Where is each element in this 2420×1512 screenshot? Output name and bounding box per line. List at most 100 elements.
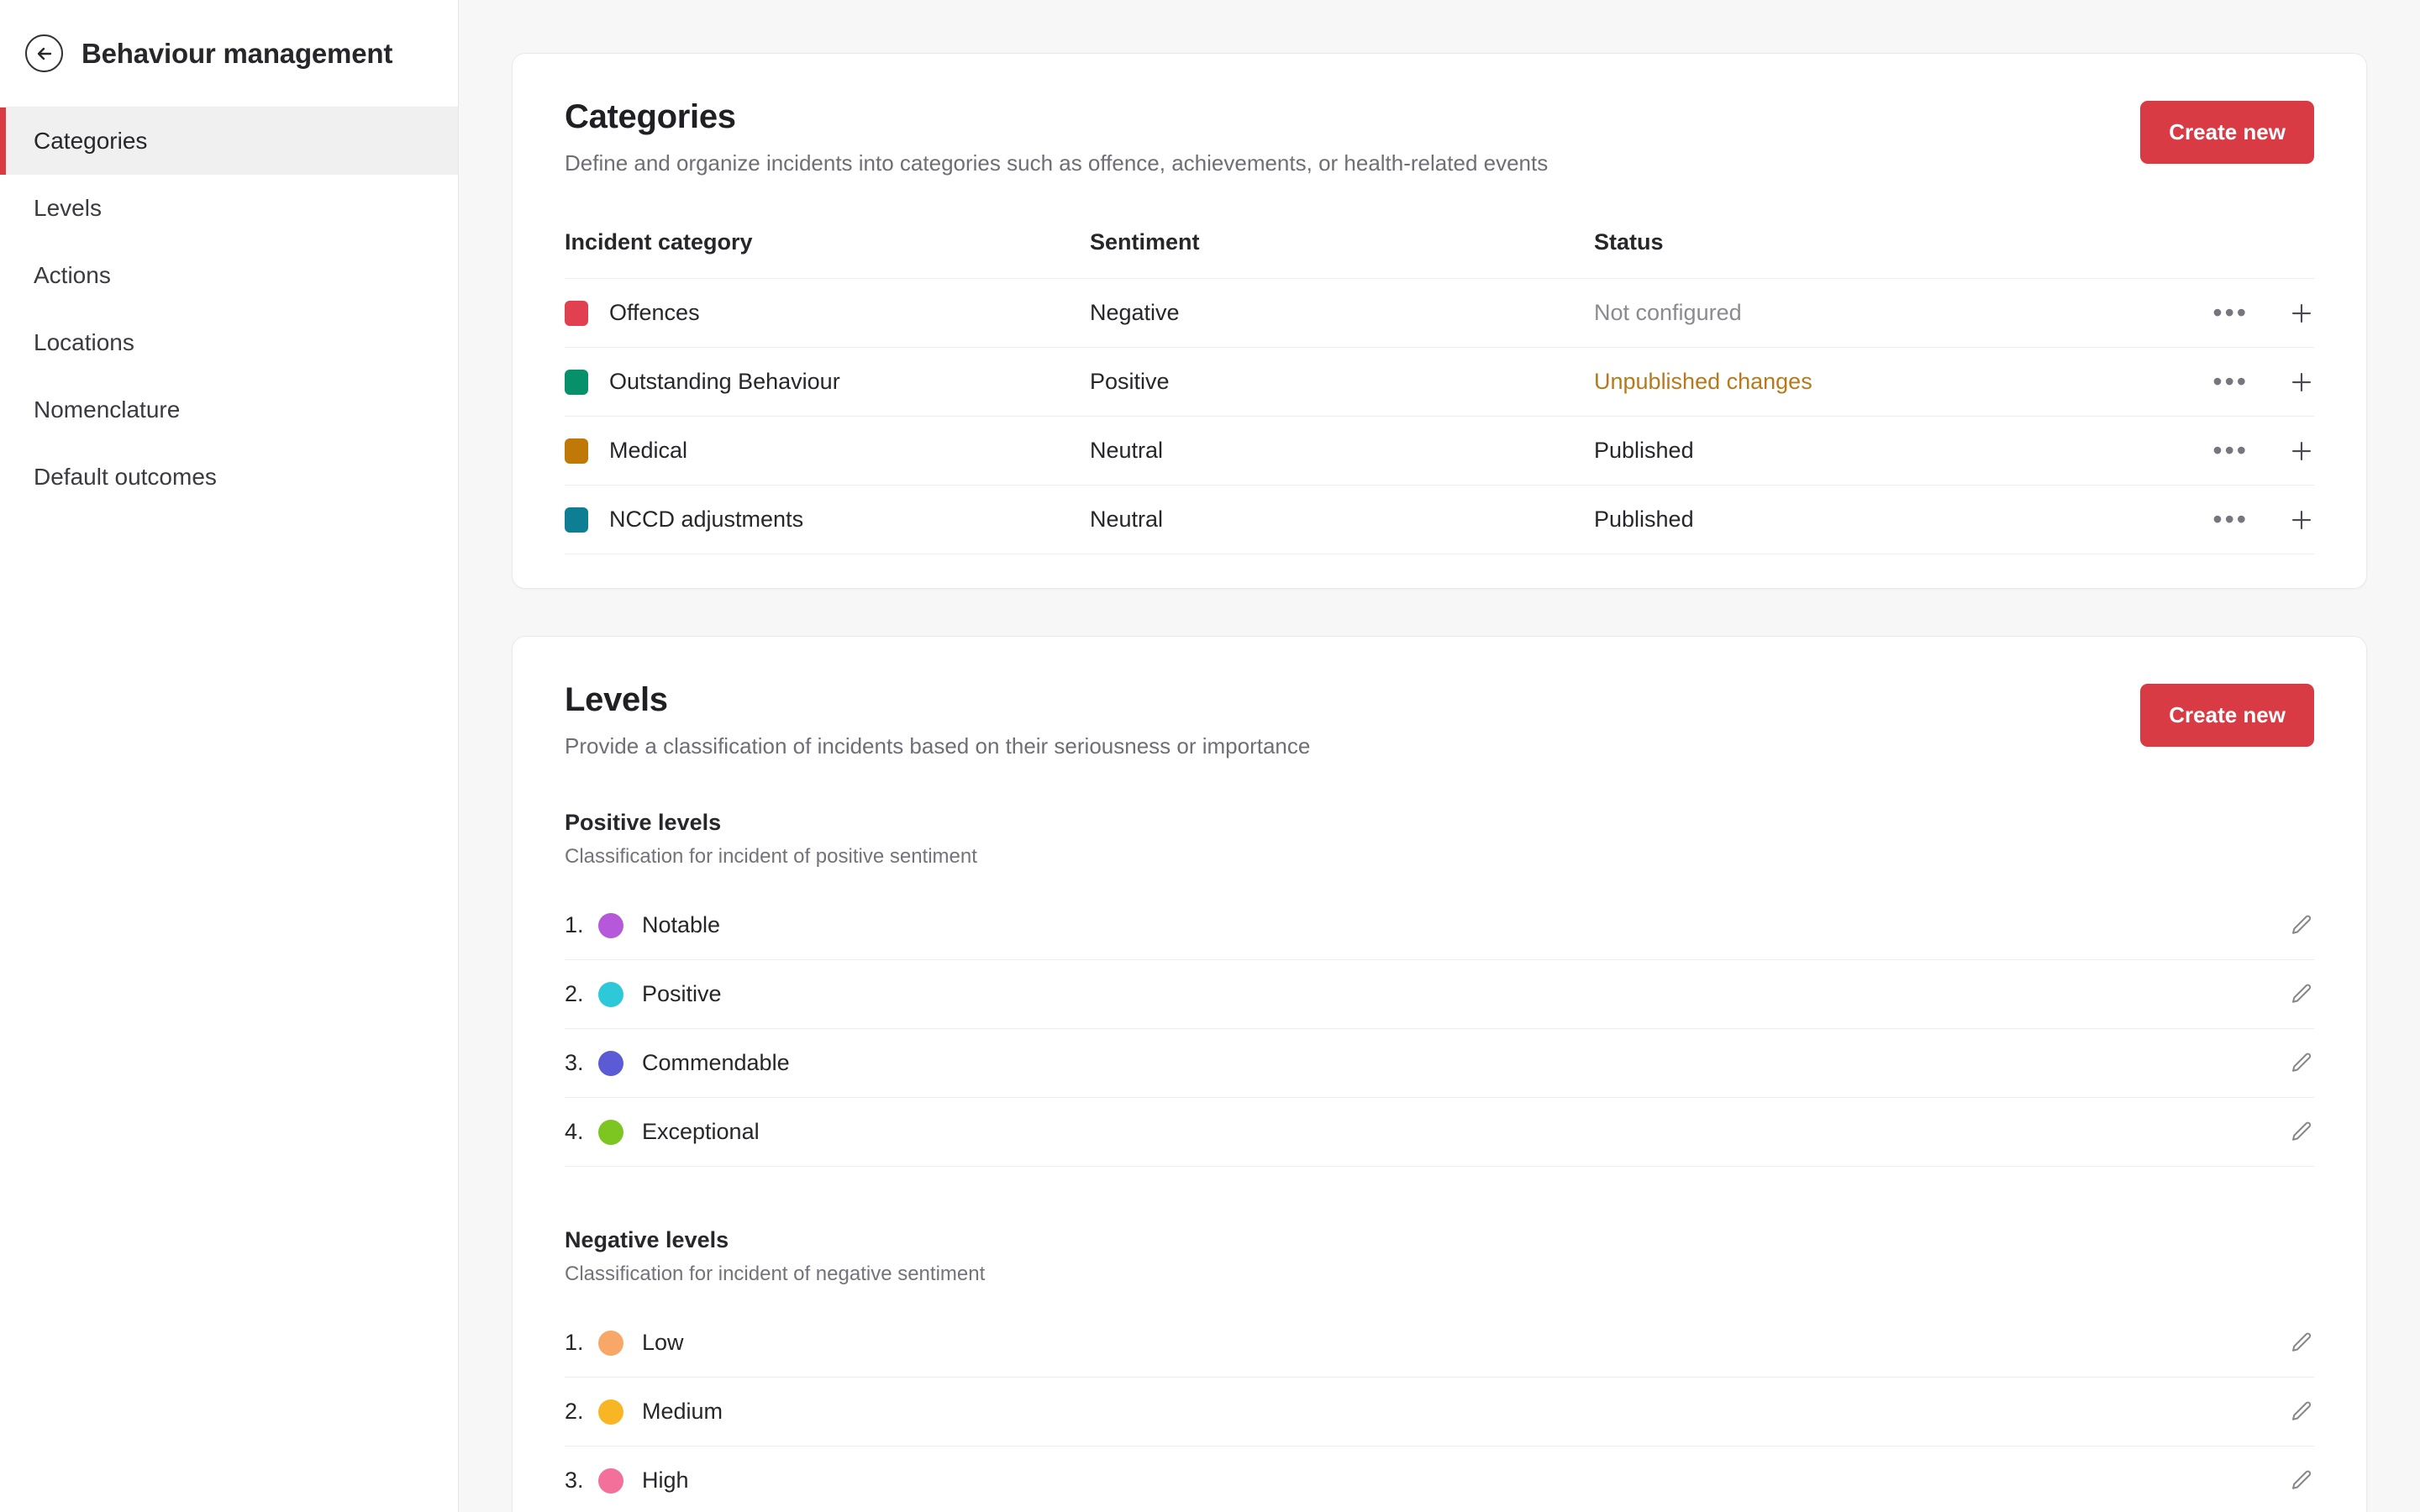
categories-title: Categories <box>565 98 736 135</box>
level-name: Medium <box>642 1399 723 1424</box>
sidebar-item-levels[interactable]: Levels <box>0 175 458 242</box>
list-item[interactable]: 3. High <box>565 1446 2314 1512</box>
pencil-icon[interactable] <box>2289 1051 2314 1076</box>
ellipsis-icon[interactable]: ••• <box>2212 368 2249 395</box>
cell-incident-category: Offences <box>565 300 1090 326</box>
categories-card-heading-group: Categories Define and organize incidents… <box>565 98 1548 176</box>
main-content: Categories Define and organize incidents… <box>459 0 2420 1512</box>
level-color-dot <box>598 1050 623 1076</box>
negative-levels-title: Negative levels <box>565 1227 729 1252</box>
table-row[interactable]: NCCD adjustments Neutral Published ••• <box>565 486 2314 554</box>
pencil-icon[interactable] <box>2289 1399 2314 1425</box>
list-item[interactable]: 3. Commendable <box>565 1029 2314 1098</box>
pencil-icon[interactable] <box>2289 1468 2314 1494</box>
sidebar: Behaviour management Categories Levels A… <box>0 0 459 1512</box>
sidebar-item-label: Locations <box>34 329 134 355</box>
plus-icon[interactable] <box>2289 507 2314 533</box>
list-item[interactable]: 1. Notable <box>565 891 2314 960</box>
list-item[interactable]: 4. Exceptional <box>565 1098 2314 1167</box>
sidebar-item-nomenclature[interactable]: Nomenclature <box>0 376 458 444</box>
sidebar-item-label: Nomenclature <box>34 396 181 423</box>
levels-title: Levels <box>565 681 668 718</box>
row-actions: ••• <box>2163 437 2314 464</box>
sidebar-item-default-outcomes[interactable]: Default outcomes <box>0 444 458 511</box>
row-actions: ••• <box>2163 299 2314 326</box>
level-name: High <box>642 1467 689 1493</box>
sidebar-header: Behaviour management <box>0 0 458 108</box>
levels-create-new-button[interactable]: Create new <box>2140 684 2314 747</box>
page-title: Behaviour management <box>82 37 393 69</box>
status-badge: Published <box>1594 507 1694 532</box>
categories-subtitle: Define and organize incidents into categ… <box>565 150 1549 176</box>
column-header-sentiment: Sentiment <box>1090 229 1200 255</box>
category-name: Medical <box>609 438 688 463</box>
sidebar-nav: Categories Levels Actions Locations Nome… <box>0 108 458 511</box>
positive-levels-group: Positive levels Classification for incid… <box>565 810 2314 1167</box>
category-color-swatch <box>565 300 588 326</box>
level-number: 4. <box>565 1119 584 1144</box>
level-name: Commendable <box>642 1050 790 1075</box>
level-name: Notable <box>642 912 721 937</box>
sidebar-item-actions[interactable]: Actions <box>0 242 458 309</box>
negative-levels-list: 1. Low 2. Medium 3. High <box>565 1309 2314 1512</box>
ellipsis-icon[interactable]: ••• <box>2212 506 2249 533</box>
level-number: 1. <box>565 912 584 937</box>
negative-levels-group: Negative levels Classification for incid… <box>565 1227 2314 1512</box>
plus-icon[interactable] <box>2289 370 2314 395</box>
list-item[interactable]: 2. Medium <box>565 1378 2314 1446</box>
categories-create-new-button[interactable]: Create new <box>2140 101 2314 164</box>
category-color-swatch <box>565 438 588 464</box>
sidebar-item-locations[interactable]: Locations <box>0 309 458 376</box>
level-name: Low <box>642 1330 684 1355</box>
table-row[interactable]: Medical Neutral Published ••• <box>565 417 2314 486</box>
column-header-status: Status <box>1594 229 1664 255</box>
arrow-left-circle-icon[interactable] <box>25 34 63 72</box>
app-root: Behaviour management Categories Levels A… <box>0 0 2420 1512</box>
sidebar-item-label: Categories <box>34 128 148 154</box>
levels-subtitle: Provide a classification of incidents ba… <box>565 733 1311 759</box>
levels-card: Levels Provide a classification of incid… <box>512 636 2367 1512</box>
sidebar-item-categories[interactable]: Categories <box>0 108 458 175</box>
negative-levels-subtitle: Classification for incident of negative … <box>565 1263 986 1285</box>
categories-card: Categories Define and organize incidents… <box>512 53 2367 589</box>
ellipsis-icon[interactable]: ••• <box>2212 437 2249 464</box>
positive-levels-subtitle: Classification for incident of positive … <box>565 845 977 868</box>
category-name: NCCD adjustments <box>609 507 804 532</box>
levels-card-heading-group: Levels Provide a classification of incid… <box>565 681 1310 759</box>
status-badge: Not configured <box>1594 300 1742 325</box>
table-row[interactable]: Outstanding Behaviour Positive Unpublish… <box>565 348 2314 417</box>
level-number: 2. <box>565 1399 584 1424</box>
positive-levels-title: Positive levels <box>565 810 722 835</box>
list-item[interactable]: 2. Positive <box>565 960 2314 1029</box>
list-item[interactable]: 1. Low <box>565 1309 2314 1378</box>
level-name: Exceptional <box>642 1119 760 1144</box>
ellipsis-icon[interactable]: ••• <box>2212 299 2249 326</box>
level-name: Positive <box>642 981 722 1006</box>
level-color-dot <box>598 1467 623 1494</box>
levels-card-header: Levels Provide a classification of incid… <box>565 681 2314 759</box>
status-badge: Published <box>1594 438 1694 463</box>
sidebar-item-label: Levels <box>34 195 102 221</box>
category-name: Offences <box>609 300 700 325</box>
table-row[interactable]: Offences Negative Not configured ••• <box>565 279 2314 348</box>
pencil-icon[interactable] <box>2289 913 2314 938</box>
status-badge: Unpublished changes <box>1594 369 1812 394</box>
pencil-icon[interactable] <box>2289 1331 2314 1356</box>
category-name: Outstanding Behaviour <box>609 369 840 394</box>
pencil-icon[interactable] <box>2289 1120 2314 1145</box>
level-color-dot <box>598 1399 623 1425</box>
pencil-icon[interactable] <box>2289 982 2314 1007</box>
plus-icon[interactable] <box>2289 438 2314 464</box>
row-actions: ••• <box>2163 506 2314 533</box>
categories-table: Incident category Sentiment Status Offen… <box>565 229 2314 554</box>
level-number: 2. <box>565 981 584 1006</box>
category-color-swatch <box>565 507 588 533</box>
category-color-swatch <box>565 369 588 395</box>
level-number: 3. <box>565 1467 584 1493</box>
column-header-incident-category: Incident category <box>565 229 753 255</box>
row-actions: ••• <box>2163 368 2314 395</box>
categories-table-header: Incident category Sentiment Status <box>565 229 2314 279</box>
level-color-dot <box>598 912 623 938</box>
level-number: 1. <box>565 1330 584 1355</box>
plus-icon[interactable] <box>2289 301 2314 326</box>
